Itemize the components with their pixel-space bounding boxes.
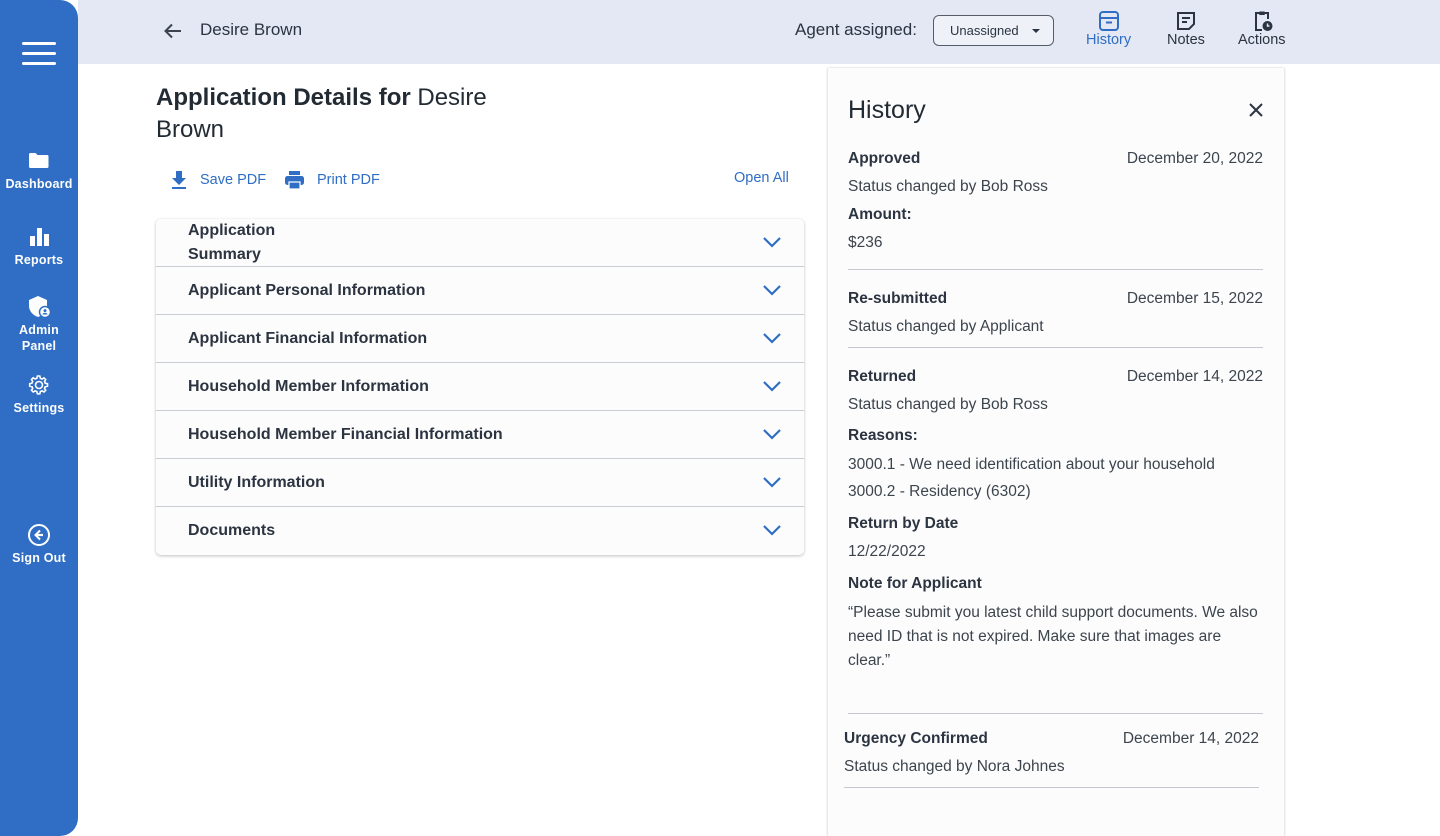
history-entry-returned: Returned December 14, 2022 Status change… <box>848 368 1263 673</box>
accordion-row-label: Applicant Financial Information <box>188 329 428 347</box>
accordion-row-label: Documents <box>188 522 276 539</box>
accordion-row-applicant-personal-information[interactable]: Applicant Personal Information <box>156 267 804 315</box>
history-date: December 14, 2022 <box>1122 730 1259 747</box>
accordion-row-household-member-information[interactable]: Household Member Information <box>156 363 804 411</box>
page-title-prefix: Application Details for <box>156 84 411 111</box>
back-arrow-icon[interactable] <box>162 20 184 42</box>
application-sections-accordion: Application Summary Applicant Personal I… <box>156 219 804 555</box>
sidebar-item-sign-out[interactable]: Sign Out <box>0 523 78 566</box>
print-pdf-button[interactable]: Print PDF <box>284 170 380 190</box>
sidebar-item-reports[interactable]: Reports <box>0 225 78 268</box>
sidebar-item-dashboard[interactable]: Dashboard <box>0 149 78 192</box>
sidebar-item-label: Sign Out <box>12 551 66 565</box>
agent-select-value: Unassigned <box>950 23 1019 38</box>
sidebar-item-admin-panel[interactable]: Admin Panel <box>0 295 78 354</box>
archive-box-icon <box>1098 11 1119 31</box>
amount-value: $236 <box>848 234 883 251</box>
sidebar-item-label: Admin Panel <box>19 323 59 353</box>
top-bar: Desire Brown Agent assigned: Unassigned … <box>78 0 1440 64</box>
hamburger-menu-icon[interactable] <box>22 42 56 68</box>
folder-icon <box>29 153 49 168</box>
history-date: December 20, 2022 <box>1126 150 1263 167</box>
agent-assigned-select[interactable]: Unassigned <box>933 15 1054 46</box>
accordion-row-label: Applicant Personal Information <box>188 281 426 299</box>
page-title: Application Details for Desire Brown <box>156 82 536 146</box>
bar-chart-icon <box>30 228 49 246</box>
divider <box>848 713 1263 714</box>
save-pdf-button[interactable]: Save PDF <box>170 170 266 190</box>
divider <box>848 269 1263 270</box>
accordion-row-utility-information[interactable]: Utility Information <box>156 459 804 507</box>
chevron-down-icon <box>763 285 781 296</box>
history-tab-label: History <box>1086 32 1132 48</box>
sidebar: Dashboard Reports Admin Panel Settings S… <box>0 0 78 836</box>
open-all-link[interactable]: Open All <box>734 170 789 186</box>
close-icon[interactable] <box>1248 102 1264 118</box>
gear-icon <box>28 375 49 395</box>
chevron-down-icon <box>763 525 781 536</box>
history-changed-by: Status changed by Bob Ross <box>848 178 1048 195</box>
accordion-row-label: Household Member Financial Information <box>188 425 503 443</box>
accordion-row-label: Application Summary <box>188 221 276 263</box>
note-icon <box>1176 12 1195 30</box>
applicant-name: Desire Brown <box>200 20 303 39</box>
save-pdf-label: Save PDF <box>200 172 267 188</box>
clipboard-clock-icon <box>1254 11 1273 31</box>
note-for-applicant-label: Note for Applicant <box>848 575 982 592</box>
history-title: History <box>848 96 926 124</box>
accordion-row-label: Household Member Information <box>188 377 429 395</box>
history-entry-approved: Approved December 20, 2022 Status change… <box>848 150 1263 252</box>
download-icon <box>172 171 186 189</box>
history-date: December 15, 2022 <box>1126 290 1263 307</box>
return-by-date-value: 12/22/2022 <box>848 543 926 560</box>
chevron-down-icon <box>763 237 781 248</box>
actions-tab-label: Actions <box>1238 32 1286 48</box>
shield-user-icon <box>29 296 51 319</box>
sidebar-item-label: Settings <box>13 401 65 415</box>
return-by-date-label: Return by Date <box>848 515 959 532</box>
print-pdf-label: Print PDF <box>317 172 380 188</box>
accordion-row-label: Utility Information <box>188 473 325 491</box>
history-changed-by: Status changed by Applicant <box>848 318 1044 335</box>
notes-tab-button[interactable]: Notes <box>1167 10 1205 48</box>
reason-item: 3000.2 - Residency (6302) <box>848 483 1031 500</box>
sidebar-item-label: Dashboard <box>5 177 73 191</box>
history-entry-resubmitted: Re-submitted December 15, 2022 Status ch… <box>848 290 1263 336</box>
chevron-down-icon <box>1032 29 1040 33</box>
accordion-row-household-member-financial-information[interactable]: Household Member Financial Information <box>156 411 804 459</box>
agent-assigned-label: Agent assigned: <box>795 20 917 39</box>
amount-label: Amount: <box>848 206 912 223</box>
reasons-label: Reasons: <box>848 427 918 444</box>
chevron-down-icon <box>763 477 781 488</box>
history-date: December 14, 2022 <box>1126 368 1263 385</box>
accordion-row-documents[interactable]: Documents <box>156 507 804 555</box>
accordion-row-applicant-financial-information[interactable]: Applicant Financial Information <box>156 315 804 363</box>
history-tab-button[interactable]: History <box>1086 10 1131 48</box>
note-for-applicant-text: “Please submit you latest child support … <box>848 604 1258 669</box>
divider <box>848 347 1263 348</box>
sidebar-item-label: Reports <box>14 253 64 267</box>
history-panel: History Approved December 20, 2022 Statu… <box>828 68 1284 836</box>
accordion-row-application-summary[interactable]: Application Summary <box>156 219 804 267</box>
history-changed-by: Status changed by Nora Johnes <box>844 758 1065 775</box>
sign-out-icon <box>28 524 50 546</box>
notes-tab-label: Notes <box>1167 32 1205 48</box>
sidebar-item-settings[interactable]: Settings <box>0 373 78 416</box>
actions-tab-button[interactable]: Actions <box>1238 10 1286 48</box>
printer-icon <box>285 171 304 190</box>
chevron-down-icon <box>763 429 781 440</box>
history-changed-by: Status changed by Bob Ross <box>848 396 1048 413</box>
chevron-down-icon <box>763 333 781 344</box>
history-entry-urgency-confirmed: Urgency Confirmed December 14, 2022 Stat… <box>844 730 1259 776</box>
reason-item: 3000.1 - We need identification about yo… <box>848 456 1215 473</box>
chevron-down-icon <box>763 381 781 392</box>
divider <box>844 787 1259 788</box>
